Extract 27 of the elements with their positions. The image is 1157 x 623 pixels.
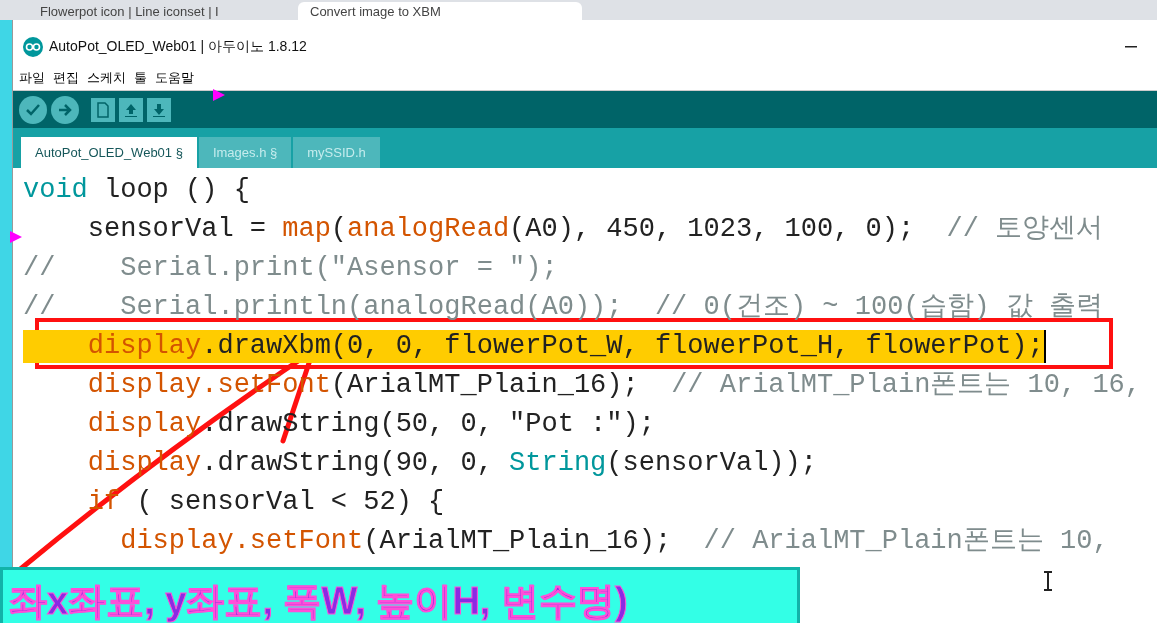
menu-item[interactable]: 툴 (134, 69, 147, 87)
code-line: // Serial.println(analogRead(A0)); // 0(건조) ~ 100(습함) 값 출력 (23, 291, 1104, 324)
file-tab[interactable]: AutoPot_OLED_Web01 § (21, 137, 197, 168)
app-logo-icon (23, 37, 43, 57)
minimize-icon[interactable] (1125, 46, 1137, 48)
window-title: AutoPot_OLED_Web01 | 아두이노 1.8.12 (49, 38, 308, 56)
arrow-down-icon (152, 101, 166, 118)
pointer-icon (10, 231, 22, 243)
browser-tab[interactable]: Convert image to XBM (298, 2, 582, 20)
save-button[interactable] (147, 97, 171, 122)
text-cursor-icon (1043, 571, 1053, 591)
menu-item[interactable]: 도움말 (155, 69, 194, 87)
upload-button[interactable] (51, 95, 79, 124)
pointer-icon (213, 89, 225, 101)
document-icon (96, 101, 110, 118)
code-line: // Serial.print("Asensor = "); (23, 252, 558, 285)
code-line: display.setFont(ArialMT_Plain_16); // ArialMT_Plain폰트는 10, (119, 525, 1109, 558)
arrow-right-icon (57, 101, 73, 118)
new-file-button[interactable] (91, 97, 115, 122)
caption-text: 좌x좌표, y좌표, 폭W, 높이H, 변수명) (0, 567, 800, 623)
open-button[interactable] (119, 97, 143, 122)
verify-button[interactable] (19, 95, 47, 124)
menu-item[interactable]: 편집 (53, 69, 79, 87)
menu-item[interactable]: 파일 (19, 69, 45, 87)
code-line: sensorVal = map(analogRead(A0), 450, 1023, 100, 0); // 토양센서 (86, 213, 1104, 246)
menu-item[interactable]: 스케치 (87, 69, 126, 87)
code-line: void loop () { (23, 174, 250, 207)
